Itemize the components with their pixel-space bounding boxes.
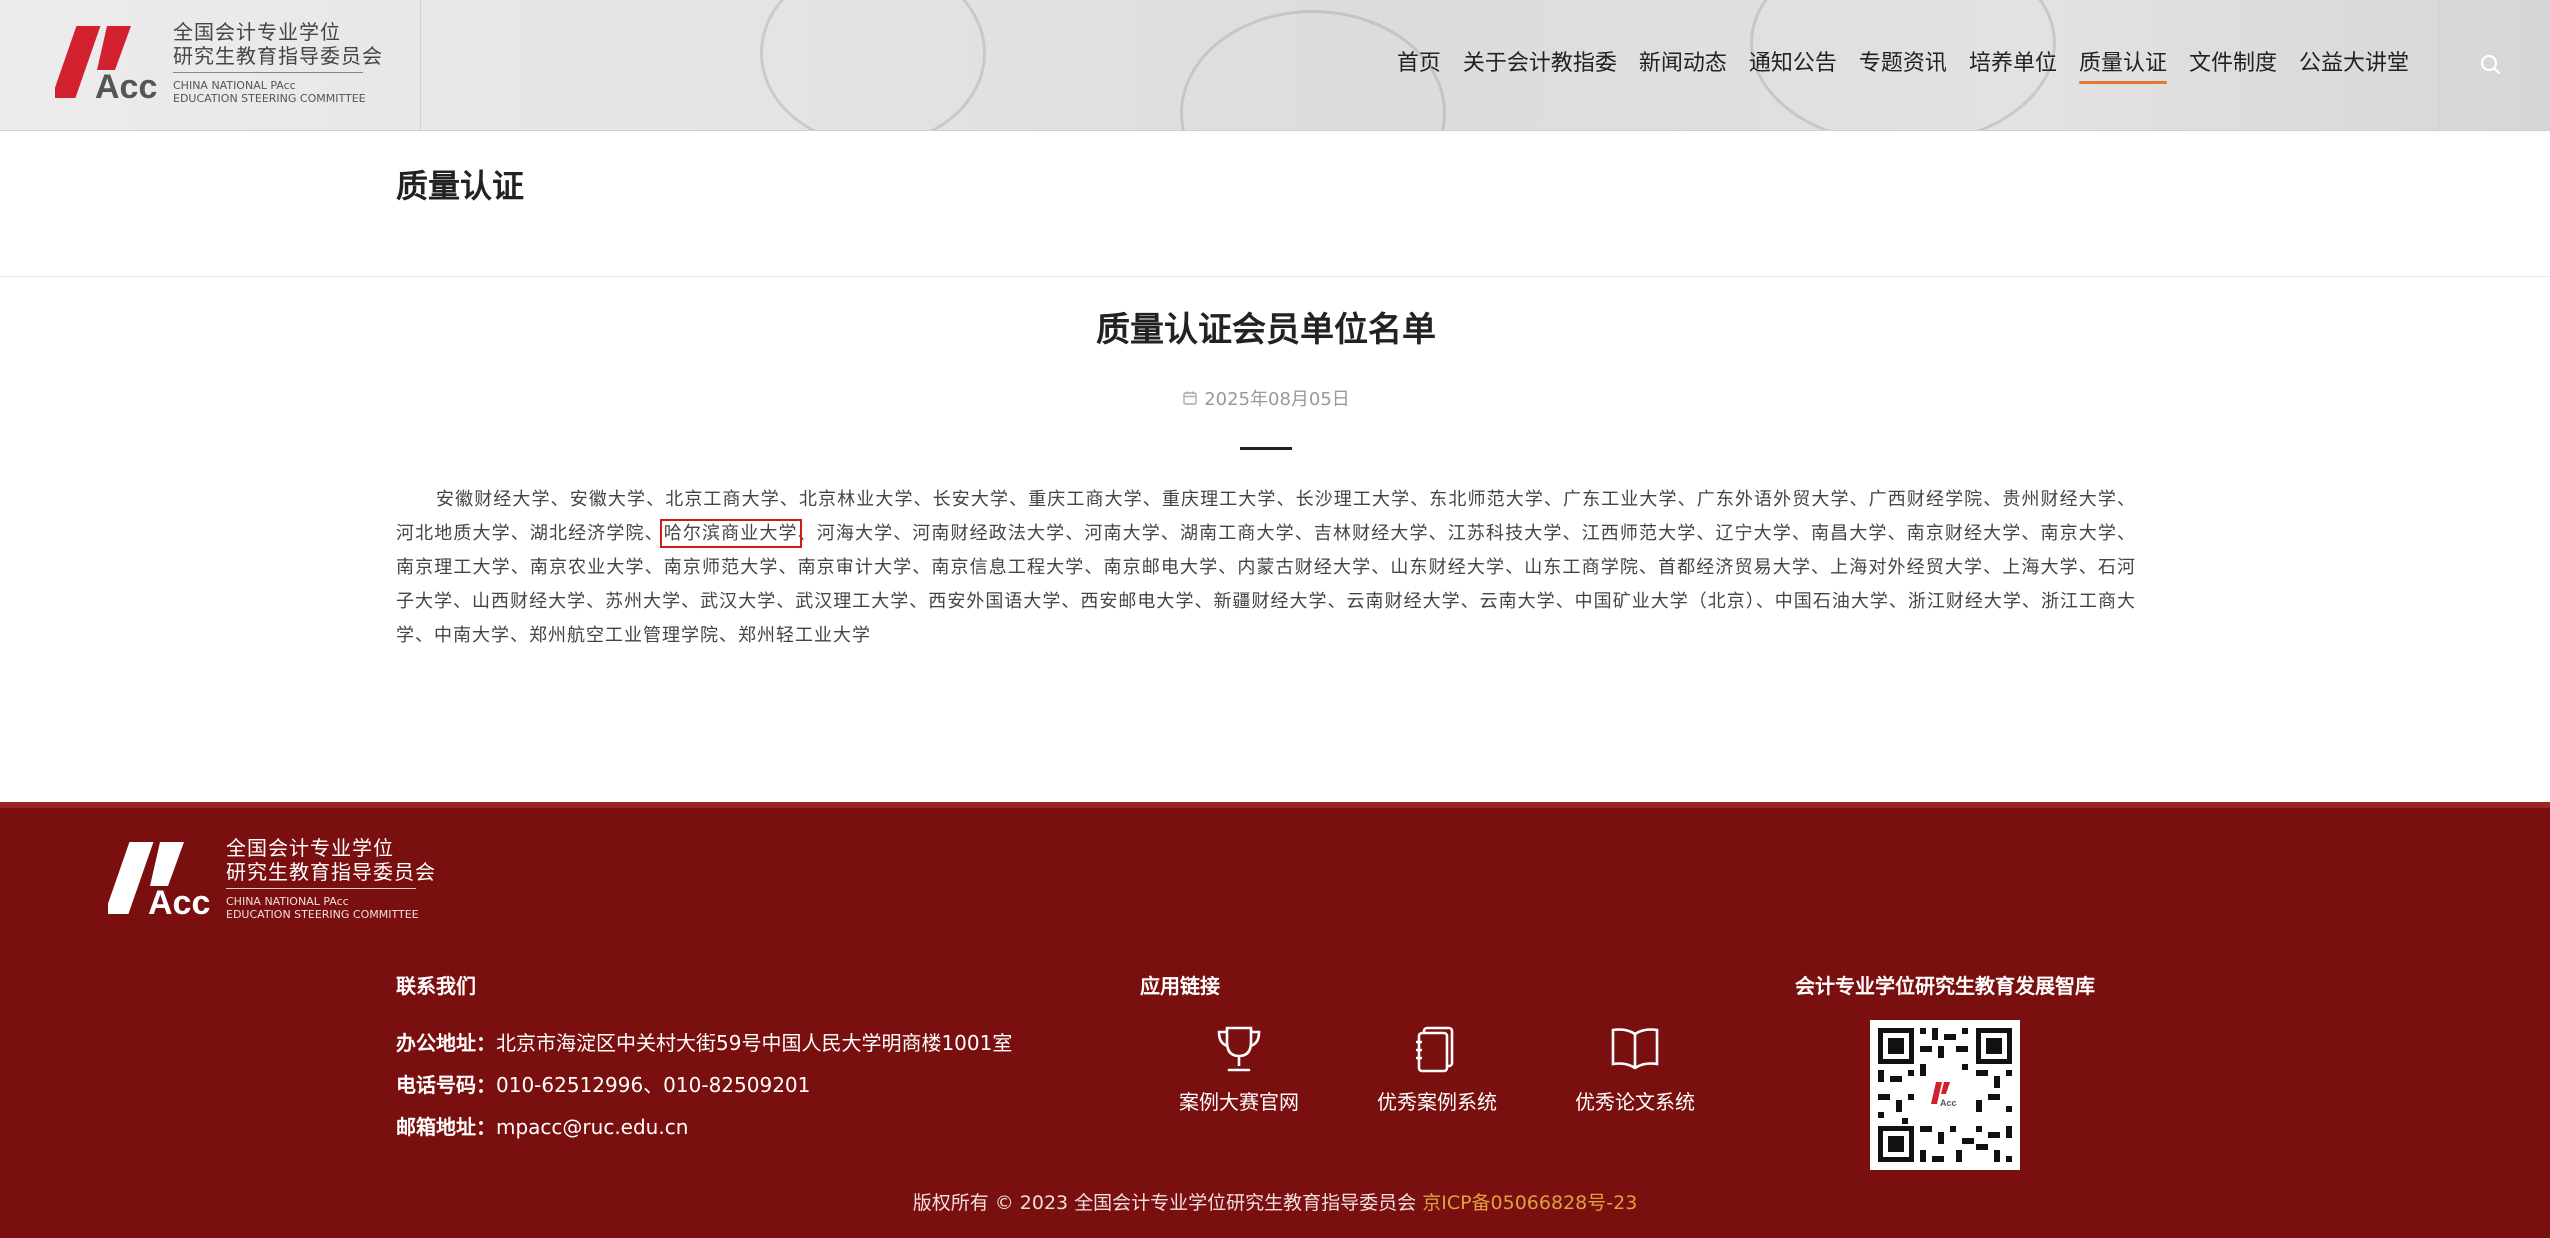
site-logo[interactable]: Acc 全国会计专业学位 研究生教育指导委员会 CHINA NATIONAL P…	[51, 18, 385, 110]
site-footer: Acc 全国会计专业学位 研究生教育指导委员会 CHINA NATIONAL P…	[0, 802, 2550, 1238]
search-icon	[2480, 54, 2501, 75]
think-tank-heading: 会计专业学位研究生教育发展智库	[1795, 974, 2095, 998]
copyright-text: 版权所有 © 2023 全国会计专业学位研究生教育指导委员会	[912, 1192, 1417, 1214]
email-value[interactable]: mpacc@ruc.edu.cn	[496, 1115, 688, 1139]
article-title: 质量认证会员单位名单	[1096, 310, 1436, 350]
address-value: 北京市海淀区中关村大街59号中国人民大学明商楼1001室	[496, 1031, 1013, 1055]
link-label: 优秀案例系统	[1377, 1090, 1497, 1114]
svg-text:Acc: Acc	[95, 68, 157, 106]
logo-en-line2: EDUCATION STEERING COMMITTEE	[173, 92, 366, 105]
logo-cn-line2: 研究生教育指导委员会	[173, 44, 383, 68]
copyright-line: 版权所有 © 2023 全国会计专业学位研究生教育指导委员会 京ICP备0506…	[0, 1188, 2550, 1215]
article-date-text: 2025年08月05日	[1204, 389, 1350, 410]
header-divider	[2438, 0, 2439, 130]
nav-item-public-lectures[interactable]: 公益大讲堂	[2288, 48, 2420, 80]
pacc-logo-mark-icon: Acc	[104, 842, 210, 922]
links-heading: 应用链接	[1140, 974, 1220, 998]
highlighted-university: 哈尔滨商业大学	[659, 519, 802, 548]
phone-label: 电话号码：	[396, 1073, 496, 1097]
calendar-icon	[1183, 391, 1197, 405]
link-label: 案例大赛官网	[1179, 1090, 1299, 1114]
article-date: 2025年08月05日	[396, 385, 2136, 411]
site-header: Acc 全国会计专业学位 研究生教育指导委员会 CHINA NATIONAL P…	[0, 0, 2550, 131]
address-label: 办公地址：	[396, 1031, 496, 1055]
link-excellent-theses[interactable]: 优秀论文系统	[1536, 1022, 1734, 1115]
icp-link[interactable]: 京ICP备05066828号-23	[1422, 1192, 1637, 1214]
footer-logo[interactable]: Acc 全国会计专业学位 研究生教育指导委员会 CHINA NATIONAL P…	[104, 834, 438, 926]
trophy-icon	[1217, 1026, 1261, 1072]
logo-cn-line2: 研究生教育指导委员会	[226, 860, 436, 884]
phone-value: 010-62512996、010-82509201	[496, 1073, 811, 1097]
header-divider	[420, 0, 421, 130]
notebook-icon	[1416, 1026, 1454, 1073]
nav-item-home[interactable]: 首页	[1386, 48, 1452, 80]
logo-en-line1: CHINA NATIONAL PAcc	[226, 895, 349, 908]
title-separator	[1240, 447, 1292, 450]
nav-item-quality-certification[interactable]: 质量认证	[2068, 48, 2178, 84]
logo-rule	[226, 888, 416, 889]
main-nav: 首页 关于会计教指委 新闻动态 通知公告 专题资讯 培养单位 质量认证 文件制度…	[1386, 48, 2420, 84]
app-links: 案例大赛官网 优秀案例系统 优秀论文系统	[1140, 1022, 1734, 1115]
nav-item-about[interactable]: 关于会计教指委	[1452, 48, 1628, 80]
logo-cn-line1: 全国会计专业学位	[173, 20, 341, 44]
contact-address: 办公地址：北京市海淀区中关村大街59号中国人民大学明商楼1001室	[396, 1022, 1012, 1064]
background-ink-decoration	[760, 0, 986, 130]
nav-item-news[interactable]: 新闻动态	[1628, 48, 1738, 80]
page-title-band: 质量认证	[0, 131, 2550, 277]
logo-text: 全国会计专业学位 研究生教育指导委员会 CHINA NATIONAL PAcc …	[173, 20, 383, 105]
logo-cn-line1: 全国会计专业学位	[226, 836, 394, 860]
pacc-logo-mark-icon: Acc	[51, 26, 157, 106]
link-excellent-cases[interactable]: 优秀案例系统	[1338, 1022, 1536, 1115]
contact-phone: 电话号码：010-62512996、010-82509201	[396, 1064, 1012, 1106]
logo-en-line2: EDUCATION STEERING COMMITTEE	[226, 908, 419, 921]
nav-item-documents[interactable]: 文件制度	[2178, 48, 2288, 80]
nav-item-training-units[interactable]: 培养单位	[1958, 48, 2068, 80]
contact-heading: 联系我们	[396, 974, 476, 998]
nav-item-notices[interactable]: 通知公告	[1738, 48, 1848, 80]
svg-text:Acc: Acc	[1940, 1098, 1957, 1108]
footer-logo-text: 全国会计专业学位 研究生教育指导委员会 CHINA NATIONAL PAcc …	[226, 836, 436, 921]
email-label: 邮箱地址：	[396, 1115, 496, 1139]
qr-code-icon: Acc	[1870, 1020, 2020, 1170]
contact-info: 办公地址：北京市海淀区中关村大街59号中国人民大学明商楼1001室 电话号码：0…	[396, 1022, 1012, 1148]
link-label: 优秀论文系统	[1575, 1090, 1695, 1114]
page-title: 质量认证	[396, 167, 525, 205]
svg-text:Acc: Acc	[148, 884, 210, 922]
contact-email: 邮箱地址：mpacc@ruc.edu.cn	[396, 1106, 1012, 1148]
article: 质量认证会员单位名单 2025年08月05日 安徽财经大学、安徽大学、北京工商大…	[396, 300, 2136, 671]
link-case-competition[interactable]: 案例大赛官网	[1140, 1022, 1338, 1115]
logo-rule	[173, 72, 363, 73]
article-body: 安徽财经大学、安徽大学、北京工商大学、北京林业大学、长安大学、重庆工商大学、重庆…	[396, 483, 2136, 653]
nav-item-topics[interactable]: 专题资讯	[1848, 48, 1958, 80]
search-button[interactable]	[2476, 50, 2506, 80]
open-book-icon	[1611, 1028, 1659, 1070]
qr-code: Acc	[1870, 1020, 2020, 1170]
logo-en-line1: CHINA NATIONAL PAcc	[173, 79, 296, 92]
